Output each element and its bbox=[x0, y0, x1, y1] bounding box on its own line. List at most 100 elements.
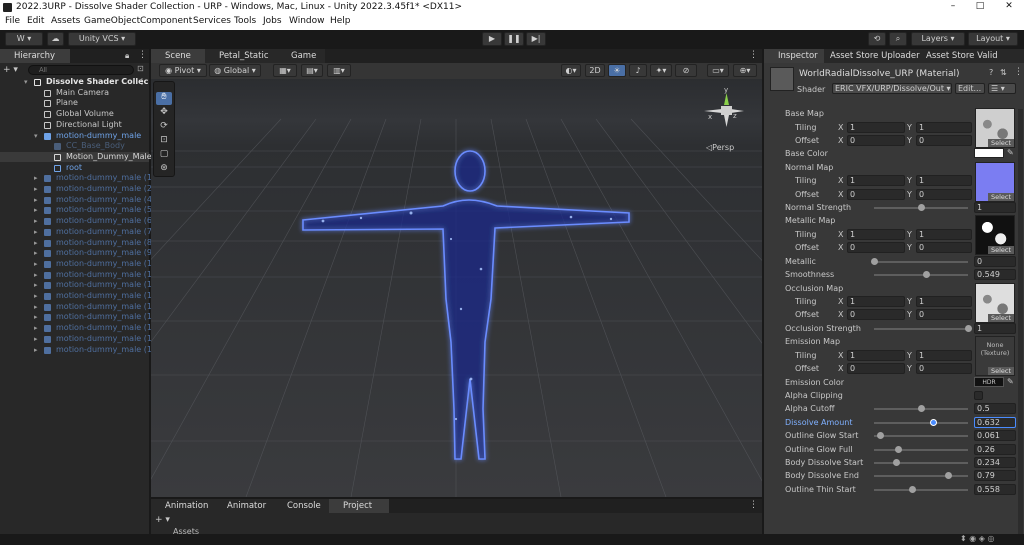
2d-toggle[interactable]: 2D bbox=[585, 64, 605, 77]
slider-knob[interactable] bbox=[930, 418, 938, 426]
hierarchy-row[interactable]: ▸ motion-dummy_male (8) bbox=[0, 238, 155, 249]
scene-viewport[interactable]: y z x ◁Persp ✋︎ ✥ ⟳ ⊡ ▢ ⊛ bbox=[151, 79, 762, 497]
checkbox[interactable] bbox=[974, 390, 983, 400]
slider-track[interactable] bbox=[874, 260, 968, 263]
menu-services[interactable]: Services bbox=[193, 16, 231, 26]
slider-track[interactable] bbox=[874, 488, 968, 491]
pause-icon[interactable]: ❚❚ bbox=[504, 32, 524, 46]
expand-arrow-icon[interactable]: ▸ bbox=[34, 259, 38, 270]
eyedropper-icon[interactable]: ✎ bbox=[1007, 377, 1014, 386]
expand-arrow-icon[interactable]: ▸ bbox=[34, 184, 38, 195]
tab-scene[interactable]: Scene bbox=[151, 49, 205, 63]
slider-value-field[interactable]: 0 bbox=[974, 255, 1016, 267]
tab-inspector[interactable]: Inspector bbox=[764, 49, 824, 63]
hierarchy-row[interactable]: ▾ Dissolve Shader Collec ⋮ bbox=[0, 77, 149, 88]
scale-tool-icon[interactable]: ⊡ bbox=[156, 135, 172, 148]
hierarchy-row[interactable]: ▸ motion-dummy_male (10 bbox=[0, 259, 157, 270]
slider-value-field[interactable]: 0.558 bbox=[974, 483, 1016, 495]
expand-arrow-icon[interactable]: ▸ bbox=[34, 280, 38, 291]
preset-icon[interactable]: ⇅ bbox=[1000, 68, 1007, 77]
hierarchy-row[interactable]: ▸ motion-dummy_male (17 bbox=[0, 334, 157, 345]
expand-arrow-icon[interactable]: ▸ bbox=[34, 270, 38, 281]
hierarchy-search-input[interactable] bbox=[28, 65, 134, 75]
x-field[interactable]: 0 bbox=[847, 363, 905, 375]
pivot-dropdown[interactable]: ◉ Pivot ▾ bbox=[159, 64, 207, 77]
select-button[interactable]: Select bbox=[987, 192, 1014, 201]
tab-animation[interactable]: Animation bbox=[151, 499, 213, 513]
x-field[interactable]: 1 bbox=[847, 296, 905, 307]
slider-value-field[interactable]: 0.632 bbox=[974, 416, 1016, 428]
menu-edit[interactable]: Edit bbox=[27, 16, 44, 26]
hierarchy-row[interactable]: ▸ motion-dummy_male (16 bbox=[0, 323, 157, 334]
slider-knob[interactable] bbox=[876, 432, 884, 440]
vcs-button[interactable]: Unity VCS ▾ bbox=[68, 32, 136, 46]
hidden-objects-icon[interactable]: ⊘ bbox=[675, 64, 697, 77]
color-swatch[interactable] bbox=[974, 148, 1004, 159]
menu-gameobject[interactable]: GameObject bbox=[84, 16, 140, 26]
hierarchy-row[interactable]: ▸ motion-dummy_male (12 bbox=[0, 280, 157, 291]
slider-track[interactable] bbox=[874, 421, 968, 424]
global-dropdown[interactable]: ◍ Global ▾ bbox=[209, 64, 261, 77]
slider-track[interactable] bbox=[874, 461, 968, 464]
expand-arrow-icon[interactable]: ▾ bbox=[34, 131, 38, 142]
scene-kebab-icon[interactable]: ⋮ bbox=[749, 50, 758, 60]
step-icon[interactable]: ▶| bbox=[526, 32, 546, 46]
select-button[interactable]: Select bbox=[987, 313, 1014, 322]
search-icon[interactable]: ⌕ bbox=[889, 32, 907, 46]
project-add-button[interactable]: + ▾ bbox=[155, 515, 170, 525]
hierarchy-row[interactable]: ▸ motion-dummy_male (9) bbox=[0, 248, 155, 259]
texture-slot[interactable]: Select bbox=[975, 161, 1015, 202]
filter-icon[interactable]: ⊡ bbox=[137, 64, 144, 73]
expand-arrow-icon[interactable]: ▸ bbox=[34, 302, 38, 313]
slider-value-field[interactable]: 0.5 bbox=[974, 403, 1016, 415]
hierarchy-row[interactable]: ▸ motion-dummy_male (7) bbox=[0, 227, 155, 238]
expand-arrow-icon[interactable]: ▸ bbox=[34, 227, 38, 238]
tab-game[interactable]: Game bbox=[277, 49, 325, 63]
y-field[interactable]: 1 bbox=[916, 296, 972, 307]
select-button[interactable]: Select bbox=[987, 139, 1014, 147]
x-field[interactable]: 0 bbox=[847, 134, 905, 146]
hierarchy-row[interactable]: Plane bbox=[0, 98, 149, 109]
expand-arrow-icon[interactable]: ▸ bbox=[34, 216, 38, 227]
grid-snap-icon[interactable]: ▦▾ bbox=[273, 64, 297, 77]
slider-knob[interactable] bbox=[871, 257, 878, 265]
camera-settings-icon[interactable]: ▭▾ bbox=[707, 64, 729, 77]
persp-label[interactable]: ◁Persp bbox=[706, 143, 734, 152]
menu-component[interactable]: Component bbox=[140, 16, 192, 26]
audio-icon[interactable]: ♪ bbox=[629, 64, 647, 77]
expand-arrow-icon[interactable]: ▸ bbox=[34, 345, 38, 356]
kebab-icon[interactable]: ⋮ bbox=[138, 50, 147, 60]
help-icon[interactable]: ? bbox=[989, 68, 993, 77]
expand-arrow-icon[interactable]: ▸ bbox=[34, 205, 38, 216]
texture-slot[interactable]: None (Texture) Select bbox=[975, 336, 1015, 377]
grid-visibility-icon[interactable]: ▤▾ bbox=[301, 64, 323, 77]
hierarchy-row[interactable]: root bbox=[0, 163, 149, 174]
slider-track[interactable] bbox=[874, 435, 968, 438]
hierarchy-row[interactable]: ▸ motion-dummy_male (15 bbox=[0, 312, 157, 323]
select-button[interactable]: Select bbox=[987, 246, 1014, 255]
slider-track[interactable] bbox=[874, 448, 968, 451]
layers-dropdown[interactable]: Layers ▾ bbox=[911, 32, 965, 46]
menu-jobs[interactable]: Jobs bbox=[263, 16, 282, 26]
x-field[interactable]: 0 bbox=[847, 309, 905, 321]
y-field[interactable]: 1 bbox=[916, 121, 972, 133]
x-field[interactable]: 0 bbox=[847, 242, 905, 254]
hierarchy-row[interactable]: ▸ motion-dummy_male (4) bbox=[0, 195, 155, 206]
eyedropper-icon[interactable]: ✎ bbox=[1007, 148, 1014, 157]
y-field[interactable]: 0 bbox=[916, 363, 972, 375]
slider-value-field[interactable]: 0.549 bbox=[974, 269, 1016, 281]
slider-knob[interactable] bbox=[922, 271, 930, 279]
x-field[interactable]: 1 bbox=[847, 175, 905, 187]
slider-knob[interactable] bbox=[892, 458, 900, 466]
move-tool-icon[interactable]: ✥ bbox=[156, 107, 172, 120]
tab-hierarchy[interactable]: Hierarchy bbox=[0, 49, 70, 63]
bottom-kebab-icon[interactable]: ⋮ bbox=[749, 500, 758, 510]
y-field[interactable]: 0 bbox=[916, 309, 972, 321]
slider-knob[interactable] bbox=[965, 324, 972, 332]
layout-dropdown[interactable]: Layout ▾ bbox=[968, 32, 1018, 46]
history-icon[interactable]: ⟲ bbox=[868, 32, 886, 46]
y-field[interactable]: 0 bbox=[916, 134, 972, 146]
slider-value-field[interactable]: 1 bbox=[974, 202, 1016, 213]
increment-snap-icon[interactable]: ▥▾ bbox=[327, 64, 351, 77]
slider-knob[interactable] bbox=[918, 405, 925, 413]
